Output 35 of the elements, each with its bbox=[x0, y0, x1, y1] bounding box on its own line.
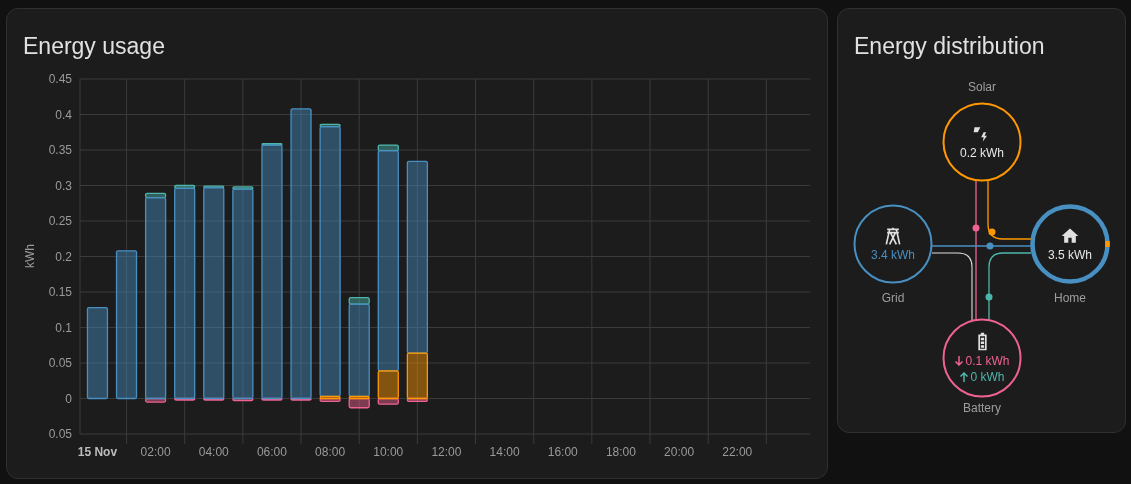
axis-label: 10:00 bbox=[373, 445, 404, 459]
axis-label: 08:00 bbox=[315, 445, 346, 459]
card-title: Energy distribution bbox=[853, 32, 1045, 61]
axis-label: 0.35 bbox=[48, 143, 72, 157]
axis-label: 0.05 bbox=[48, 356, 72, 370]
axis-label: 12:00 bbox=[431, 445, 462, 459]
axis-label: 20:00 bbox=[664, 445, 695, 459]
axis-label: 0.15 bbox=[48, 285, 72, 299]
node-label: Battery bbox=[963, 401, 1001, 415]
axis-label: 0.05 bbox=[48, 427, 72, 441]
axis-label: 16:00 bbox=[547, 445, 578, 459]
axis-label: 0.25 bbox=[48, 214, 72, 228]
axis-label: 22:00 bbox=[722, 445, 753, 459]
axis-title: kWh bbox=[23, 244, 37, 268]
axis-label: 15 Nov bbox=[77, 445, 118, 459]
card-title: Energy usage bbox=[22, 32, 165, 61]
axis-label: 14:00 bbox=[489, 445, 520, 459]
axis-label: 0.3 bbox=[55, 178, 72, 193]
axis-label: 04:00 bbox=[198, 445, 229, 459]
energy-value: 3.4 kWh bbox=[871, 248, 915, 262]
node-label: Home bbox=[1054, 291, 1086, 305]
energy-value: 0.1 kWh bbox=[954, 354, 1010, 368]
axis-label: 0.4 bbox=[55, 107, 72, 122]
axis-label: 06:00 bbox=[256, 445, 287, 459]
node-label: Grid bbox=[881, 291, 905, 305]
axis-label: 0 bbox=[65, 391, 72, 406]
axis-label: 0.2 bbox=[55, 249, 72, 264]
energy-value: 3.5 kWh bbox=[1048, 248, 1092, 262]
node-label: Solar bbox=[968, 80, 996, 94]
energy-value: 0.2 kWh bbox=[960, 146, 1004, 160]
axis-label: 0.45 bbox=[48, 72, 72, 86]
energy-value: 0 kWh bbox=[959, 370, 1005, 384]
axis-label: 02:00 bbox=[140, 445, 171, 459]
axis-label: 0.1 bbox=[55, 320, 72, 335]
axis-label: 18:00 bbox=[605, 445, 636, 459]
